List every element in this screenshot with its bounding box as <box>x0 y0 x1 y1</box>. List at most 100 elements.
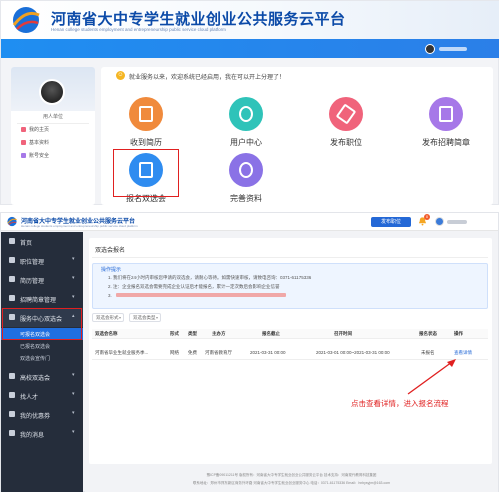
site-banner: 河南省大中专学生就业创业公共服务云平台 Henan college studen… <box>1 1 499 39</box>
sidebar-item-messages[interactable]: 我的消息 ▾ <box>1 424 83 443</box>
column-header: 类型 <box>188 331 197 336</box>
sidebar-item-home[interactable]: 首页 <box>1 232 83 251</box>
divider <box>17 123 89 124</box>
info-icon <box>21 140 26 145</box>
sidebar-item-jobs[interactable]: 职位管理 ▾ <box>1 251 83 270</box>
table-cell-name: 河南省毕业生就业服务季... <box>95 350 149 355</box>
page-title: 双选会报名 <box>95 248 126 254</box>
divider <box>92 257 488 258</box>
user-center-icon <box>229 97 263 131</box>
highlight-box <box>2 308 82 340</box>
message-icon <box>9 430 15 436</box>
profile-menu-security[interactable]: 账号安全 <box>29 152 49 159</box>
sidebar-item-label: 高校双选会 <box>20 376 51 382</box>
notification-badge: 0 <box>424 214 430 220</box>
table-cell-type: 免费 <box>188 350 197 355</box>
footer: 豫ICP备09011211号 版权所有：河南省大中专学生就业创业公共服务云平台 … <box>85 467 498 492</box>
talent-icon <box>9 392 15 398</box>
profile-name: 用人单位 <box>42 114 63 120</box>
sidebar-item-coupons[interactable]: 我的优惠券 ▾ <box>1 405 83 424</box>
tile-label: 收到简历 <box>130 138 162 147</box>
annotation-arrow-icon <box>407 359 456 395</box>
table-cell-host: 河南省教育厅 <box>205 350 232 355</box>
notice-smile-icon: ☺ <box>116 71 125 80</box>
resume-icon <box>9 276 15 282</box>
app-header: 河南省大中专学生就业创业公共服务云平台 Henan college studen… <box>1 213 498 231</box>
chevron-down-icon: ▾ <box>72 256 75 262</box>
app-subtitle: Henan college students employment and en… <box>21 224 138 228</box>
column-header: 召开时间 <box>334 331 352 336</box>
coupon-icon <box>9 411 15 417</box>
sidebar-item-label: 职位管理 <box>20 260 45 266</box>
sidebar-item-school-fairs[interactable]: 高校双选会 ▾ <box>1 367 83 386</box>
profile-card: 用人单位 我的主页 基本资料 账号安全 <box>11 67 95 205</box>
publish-job-button[interactable]: 发布职位 <box>371 217 411 227</box>
highlight-box <box>113 149 179 197</box>
profile-menu-home[interactable]: 我的主页 <box>29 126 49 133</box>
sidebar-item-brochures[interactable]: 招聘简章管理 ▾ <box>1 289 83 308</box>
chevron-down-icon: ▾ <box>72 294 75 300</box>
post-brochure-icon <box>429 97 463 131</box>
profile-avatar[interactable] <box>39 79 65 105</box>
filter-form-select[interactable]: 双选会形式 ▾ <box>92 313 124 322</box>
sidebar-item-label: 找人才 <box>20 395 39 401</box>
redacted-text <box>116 293 286 297</box>
tip-line: 1. 我们将在24小时内审核您申请的双选会，请耐心等待。如需快速审核，请致电咨询… <box>108 275 312 280</box>
sidebar-item-label: 招聘简章管理 <box>20 298 57 304</box>
lock-icon <box>21 153 26 158</box>
chevron-down-icon: ▾ <box>72 372 75 378</box>
chevron-down-icon: ▾ <box>72 410 75 416</box>
footer-line: 联系地址：郑州市郑东新区商务外环路 河南省大中专学生就业创业服务中心 电话：03… <box>192 481 391 485</box>
sidebar-subitem-label: 双选会宣传门 <box>20 356 51 362</box>
filter-type-select[interactable]: 双选会类型 ▾ <box>129 313 161 322</box>
top-navbar <box>1 39 499 58</box>
sidebar-item-label: 首页 <box>20 241 33 247</box>
chevron-down-icon: ▾ <box>118 315 121 320</box>
briefcase-icon <box>9 257 15 263</box>
table-cell-time: 2021-03-01 00:00~2021-03-31 00:00 <box>316 350 390 355</box>
chevron-down-icon: ▾ <box>72 391 75 397</box>
avatar[interactable] <box>425 44 435 54</box>
footer-line: 豫ICP备09011211号 版权所有：河南省大中专学生就业创业公共服务云平台 … <box>206 473 377 477</box>
site-subtitle: Henan college students employment and en… <box>51 27 226 32</box>
complete-profile-icon <box>229 153 263 187</box>
home-icon <box>21 127 26 132</box>
brochure-icon <box>9 295 15 301</box>
column-header: 形式 <box>170 331 179 336</box>
tile-label: 发布招聘简章 <box>422 138 470 147</box>
user-name-redacted[interactable] <box>447 220 467 224</box>
platform-logo-icon <box>7 216 17 227</box>
sidebar-item-label: 我的消息 <box>20 433 45 439</box>
home-icon <box>9 238 15 244</box>
tip-line: 2. 注：企业报名双选会需要完成企业认证后才能报名，累计一定次数后会影响企业信誉 <box>108 284 280 289</box>
school-icon <box>9 373 15 379</box>
user-name-redacted[interactable] <box>439 47 467 51</box>
table-cell-deadline: 2021-03-31 00:00 <box>250 350 286 355</box>
filter-label: 双选会形式 <box>96 315 119 320</box>
column-header: 双选会名称 <box>95 331 118 336</box>
sidebar-item-label: 我的优惠券 <box>20 414 51 420</box>
sidebar-item-resumes[interactable]: 简历管理 ▾ <box>1 270 83 289</box>
column-header: 操作 <box>454 331 463 336</box>
sidebar: 首页 职位管理 ▾ 简历管理 ▾ 招聘简章管理 ▾ 服务中心双选会 ▴ 可报名双… <box>1 232 83 492</box>
sidebar-subitem-registered-fairs[interactable]: 已报名双选会 <box>1 340 83 352</box>
sidebar-subitem-label: 已报名双选会 <box>20 344 51 350</box>
profile-menu-info[interactable]: 基本资料 <box>29 139 49 146</box>
sidebar-item-find-talent[interactable]: 找人才 ▾ <box>1 386 83 405</box>
post-job-icon <box>329 97 363 131</box>
resume-icon <box>129 97 163 131</box>
chevron-down-icon: ▾ <box>155 315 158 320</box>
tile-label: 用户中心 <box>230 138 262 147</box>
avatar[interactable] <box>435 217 444 226</box>
site-title: 河南省大中专学生就业创业公共服务云平台 <box>51 11 346 28</box>
notice-text: 就业服务以来，欢迎系统已经启用，我在可以开上分理了！ <box>129 75 286 81</box>
annotation-text: 点击查看详情，进入报名流程 <box>351 399 449 408</box>
tip-title: 操作提示 <box>101 267 122 273</box>
chevron-down-icon: ▾ <box>72 275 75 281</box>
column-header: 主办方 <box>212 331 226 336</box>
table-cell-form: 网络 <box>170 350 179 355</box>
tip-line: 3. <box>108 293 112 298</box>
column-header: 报名状态 <box>419 331 437 336</box>
top-screenshot: 河南省大中专学生就业创业公共服务云平台 Henan college studen… <box>0 0 499 205</box>
sidebar-subitem-fair-promo[interactable]: 双选会宣传门 <box>1 352 83 364</box>
